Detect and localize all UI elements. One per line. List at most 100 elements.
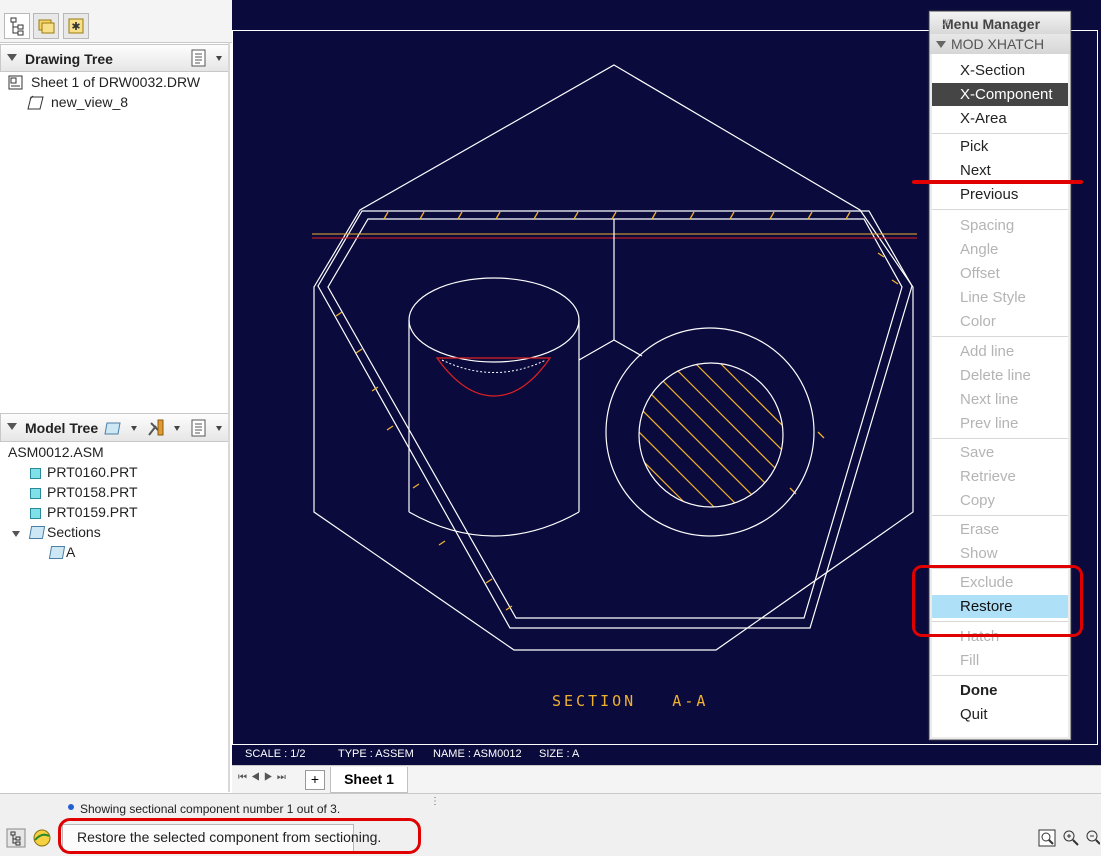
model-tree: ASM0012.ASM PRT0160.PRT PRT0158.PRT PRT0… xyxy=(0,443,230,788)
first-sheet-icon[interactable]: ⏮ xyxy=(238,772,251,783)
annotation-underline xyxy=(912,180,1083,184)
browser-icon[interactable] xyxy=(32,828,52,848)
submenu-title: MOD XHATCH xyxy=(951,36,1045,52)
favorites-icon: ✱ xyxy=(68,18,84,34)
tree-item-label: Sheet 1 of DRW0032.DRW xyxy=(31,74,201,90)
menu-item-pick[interactable]: Pick xyxy=(932,135,1068,158)
model-tree-header[interactable]: Model Tree xyxy=(0,413,230,442)
panel-splitter[interactable] xyxy=(228,42,230,792)
section-label: SECTION A-A xyxy=(552,692,709,710)
tab-model-tree[interactable] xyxy=(4,13,30,39)
tree-item-label: Sections xyxy=(47,524,101,540)
tree-root-assembly[interactable]: ASM0012.ASM xyxy=(8,444,104,460)
menu-item-fill: Fill xyxy=(960,652,980,669)
settings-tools-icon[interactable] xyxy=(145,417,167,439)
menu-item-delete-line: Delete line xyxy=(960,367,1031,384)
menu-item-next[interactable]: Next xyxy=(932,159,1068,182)
svg-text:✱: ✱ xyxy=(71,20,80,33)
menu-item-x-area[interactable]: X-Area xyxy=(932,107,1068,130)
collapse-icon xyxy=(7,423,17,430)
dropdown-icon[interactable] xyxy=(216,426,222,431)
drawing-tree-header[interactable]: Drawing Tree xyxy=(0,44,230,72)
list-settings-icon[interactable] xyxy=(189,418,209,438)
band-hatch xyxy=(335,211,899,611)
section-outer xyxy=(317,210,913,629)
part-icon xyxy=(30,508,41,519)
sheet-tab-bar: ⏮◀▶⏭ + Sheet 1 xyxy=(232,765,1101,794)
sheet-navigation[interactable]: ⏮◀▶⏭ xyxy=(238,772,290,783)
menu-item-x-component[interactable]: X-Component xyxy=(932,83,1068,106)
menu-manager-titlebar[interactable]: Menu Manager × xyxy=(930,12,1070,34)
drawing-info-bar: SCALE : 1/2 TYPE : ASSEM NAME : ASM0012 … xyxy=(233,745,1098,763)
menu-item-angle: Angle xyxy=(960,241,999,258)
tree-item-part[interactable]: PRT0158.PRT xyxy=(0,484,220,504)
list-settings-icon[interactable] xyxy=(189,48,209,68)
menu-item-color: Color xyxy=(960,313,996,330)
tree-item-part[interactable]: PRT0159.PRT xyxy=(0,504,220,524)
cylinder xyxy=(408,277,580,537)
tree-item-section-a[interactable]: A xyxy=(0,544,220,564)
zoom-in-icon[interactable] xyxy=(1061,828,1081,848)
add-sheet-button[interactable]: + xyxy=(305,770,325,790)
last-sheet-icon[interactable]: ⏭ xyxy=(277,772,290,783)
cut-curve xyxy=(435,357,552,397)
menu-item-previous[interactable]: Previous xyxy=(932,183,1068,206)
tree-item-sections[interactable]: Sections xyxy=(0,524,220,544)
collapse-icon xyxy=(7,54,17,61)
dropdown-icon[interactable] xyxy=(216,56,222,61)
sections-folder-icon xyxy=(28,526,46,539)
prev-sheet-icon[interactable]: ◀ xyxy=(251,772,264,783)
menu-item-save: Save xyxy=(960,444,995,461)
navigator-tab-bar: ✱ xyxy=(0,0,232,43)
refit-icon[interactable] xyxy=(1037,828,1057,848)
menu-item-retrieve: Retrieve xyxy=(960,468,1016,485)
tree-item-label: PRT0159.PRT xyxy=(47,504,138,520)
expand-icon[interactable] xyxy=(12,531,20,537)
tree-item-label: PRT0158.PRT xyxy=(47,484,138,500)
menu-item-spacing: Spacing xyxy=(960,217,1015,234)
menu-item-quit[interactable]: Quit xyxy=(932,703,1068,726)
menu-separator xyxy=(932,515,1068,516)
next-sheet-icon[interactable]: ▶ xyxy=(264,772,277,783)
tab-folder-browser[interactable] xyxy=(33,13,59,39)
tab-favorites[interactable]: ✱ xyxy=(63,13,89,39)
show-icon[interactable] xyxy=(104,418,124,438)
section-inner xyxy=(327,218,903,619)
toggle-navigator-icon[interactable] xyxy=(6,828,26,848)
close-icon[interactable]: × xyxy=(942,14,1062,31)
tree-item-part[interactable]: PRT0160.PRT xyxy=(0,464,220,484)
menu-separator xyxy=(932,675,1068,676)
info-bullet-icon xyxy=(68,804,74,810)
menu-item-show: Show xyxy=(960,545,998,562)
dropdown-icon[interactable] xyxy=(174,426,180,431)
section-icon xyxy=(48,546,66,559)
folder-browser-icon xyxy=(38,19,55,34)
menu-item-prev-line: Prev line xyxy=(960,415,1019,432)
dropdown-icon[interactable] xyxy=(131,426,137,431)
menu-item-done[interactable]: Done xyxy=(932,679,1068,702)
zoom-out-icon[interactable] xyxy=(1084,828,1100,848)
tree-item-label: A xyxy=(66,544,76,560)
drawing-view-icon xyxy=(27,95,44,110)
menu-separator xyxy=(932,438,1068,439)
part-icon xyxy=(30,468,41,479)
menu-item-x-section[interactable]: X-Section xyxy=(932,59,1068,82)
menu-item-add-line: Add line xyxy=(960,343,1015,360)
size-text: SIZE : A xyxy=(539,748,580,760)
tree-item-label: PRT0160.PRT xyxy=(47,464,138,480)
drawing-tree-title: Drawing Tree xyxy=(25,51,113,67)
outer-outline xyxy=(313,64,914,651)
annotation-outline-prompt xyxy=(58,818,421,854)
scale-text: SCALE : 1/2 xyxy=(245,748,306,760)
menu-separator xyxy=(932,133,1068,134)
menu-separator xyxy=(932,209,1068,210)
annotation-outline-restore xyxy=(912,565,1083,637)
message-scroll-icon[interactable]: ⋮ xyxy=(430,796,440,807)
menu-item-copy: Copy xyxy=(960,492,996,509)
menu-separator xyxy=(932,336,1068,337)
hatched-circle xyxy=(639,363,783,507)
part-icon xyxy=(30,488,41,499)
menu-item-erase: Erase xyxy=(960,521,1000,538)
tab-sheet-1[interactable]: Sheet 1 xyxy=(330,767,408,793)
submenu-header[interactable]: MOD XHATCH xyxy=(930,34,1070,54)
